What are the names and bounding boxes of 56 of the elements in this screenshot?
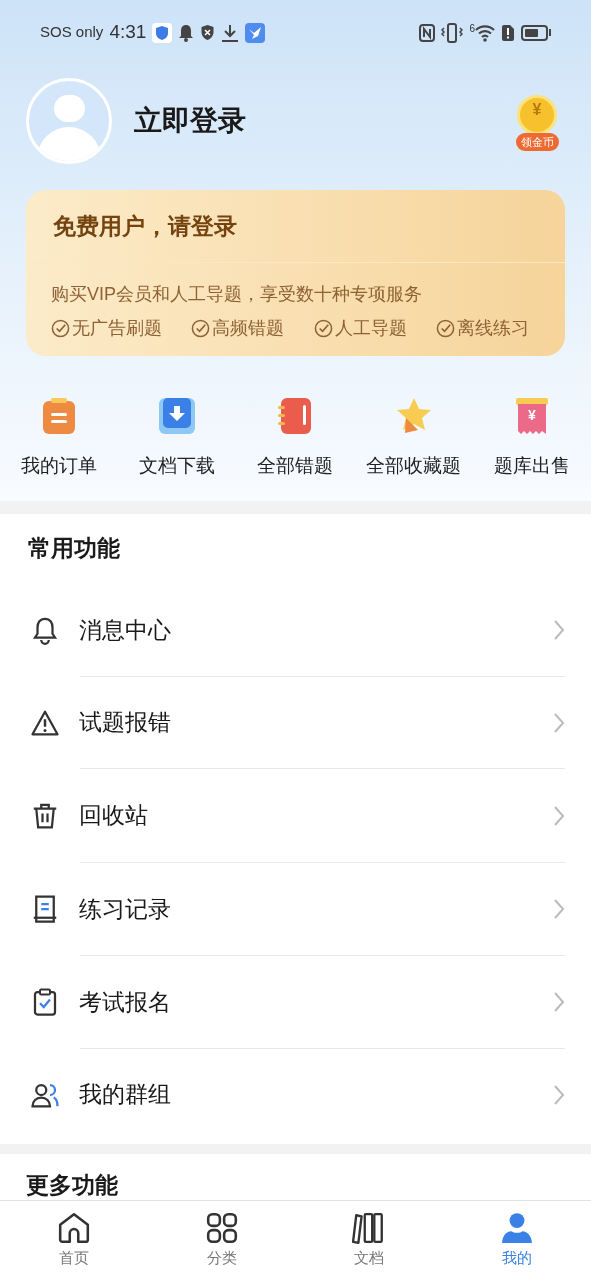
battery-icon [521,24,551,41]
shortcut-button[interactable]: 全部错题 [236,396,355,481]
chevron-right-icon [553,711,565,734]
login-link[interactable]: 立即登录 [134,100,511,142]
person-icon [500,1211,535,1245]
vibrate-icon [441,22,464,43]
download-icon [221,23,240,42]
currency-symbol: ¥ [527,408,537,422]
vip-subtitle: 购买VIP会员和人工导题，享受数十种专项服务 [50,283,423,306]
tab[interactable]: 首页 [0,1201,148,1280]
check-circle-icon [191,319,211,338]
wifi-icon [475,23,495,42]
shield-x-icon [200,24,216,41]
chevron-right-icon [553,991,565,1013]
chevron-right-icon [553,1083,565,1106]
download-icon [157,396,198,436]
perk-text: 无广告刷题 [72,317,162,340]
tab[interactable]: 文档 [295,1201,444,1280]
bird-app-icon [245,22,266,43]
tab[interactable]: 分类 [147,1201,296,1280]
chevron-right-icon [553,898,565,920]
grid-icon [204,1211,239,1245]
carrier-text: SOS only [40,22,104,43]
shortcut-button[interactable]: 全部收藏题 [354,396,473,481]
wifi-badge-text: 6 [469,23,475,34]
home-icon [56,1211,91,1245]
shortcut-button[interactable]: 文档下载 [118,396,237,481]
perk-text: 高频错题 [212,317,285,340]
menu-item[interactable]: 回收站 [0,768,591,863]
check-circle-icon [313,319,333,338]
check-circle-icon [436,319,455,338]
vip-title: 免费用户，请登录 [26,190,565,263]
clock-text: 4:31 [109,20,147,45]
menu-item[interactable]: 消息中心 [0,583,591,677]
nfc-icon [419,23,436,42]
check-circle-icon [51,319,70,338]
coin-symbol: ¥ [532,102,542,120]
section-title: 常用功能 [27,534,121,564]
menu-item[interactable]: 练习记录 [0,862,591,956]
menu-item[interactable]: 考试报名 [0,955,591,1049]
bell-icon [178,23,195,42]
shortcut-button[interactable]: ¥ 题库出售 [472,396,591,481]
shortcut-button[interactable]: 我的订单 [0,396,119,481]
perk-text: 人工导题 [334,317,407,340]
section-title: 更多功能 [25,1170,119,1198]
coin-label: 领金币 [515,132,559,151]
menu-item[interactable]: 试题报错 [0,676,591,769]
chevron-right-icon [553,804,565,827]
tab[interactable]: 我的 [443,1201,591,1280]
shield-icon [152,22,173,43]
sim-alert-icon [501,23,515,42]
menu-item[interactable]: 我的群组 [0,1048,591,1141]
chevron-right-icon [553,619,565,641]
bell-icon [30,615,60,645]
vip-card[interactable]: 免费用户，请登录 购买VIP会员和人工导题，享受数十种专项服务 无广告刷题 高频错题 人工导题 离线练习 [26,190,565,356]
perk-text: 离线练习 [457,317,529,340]
